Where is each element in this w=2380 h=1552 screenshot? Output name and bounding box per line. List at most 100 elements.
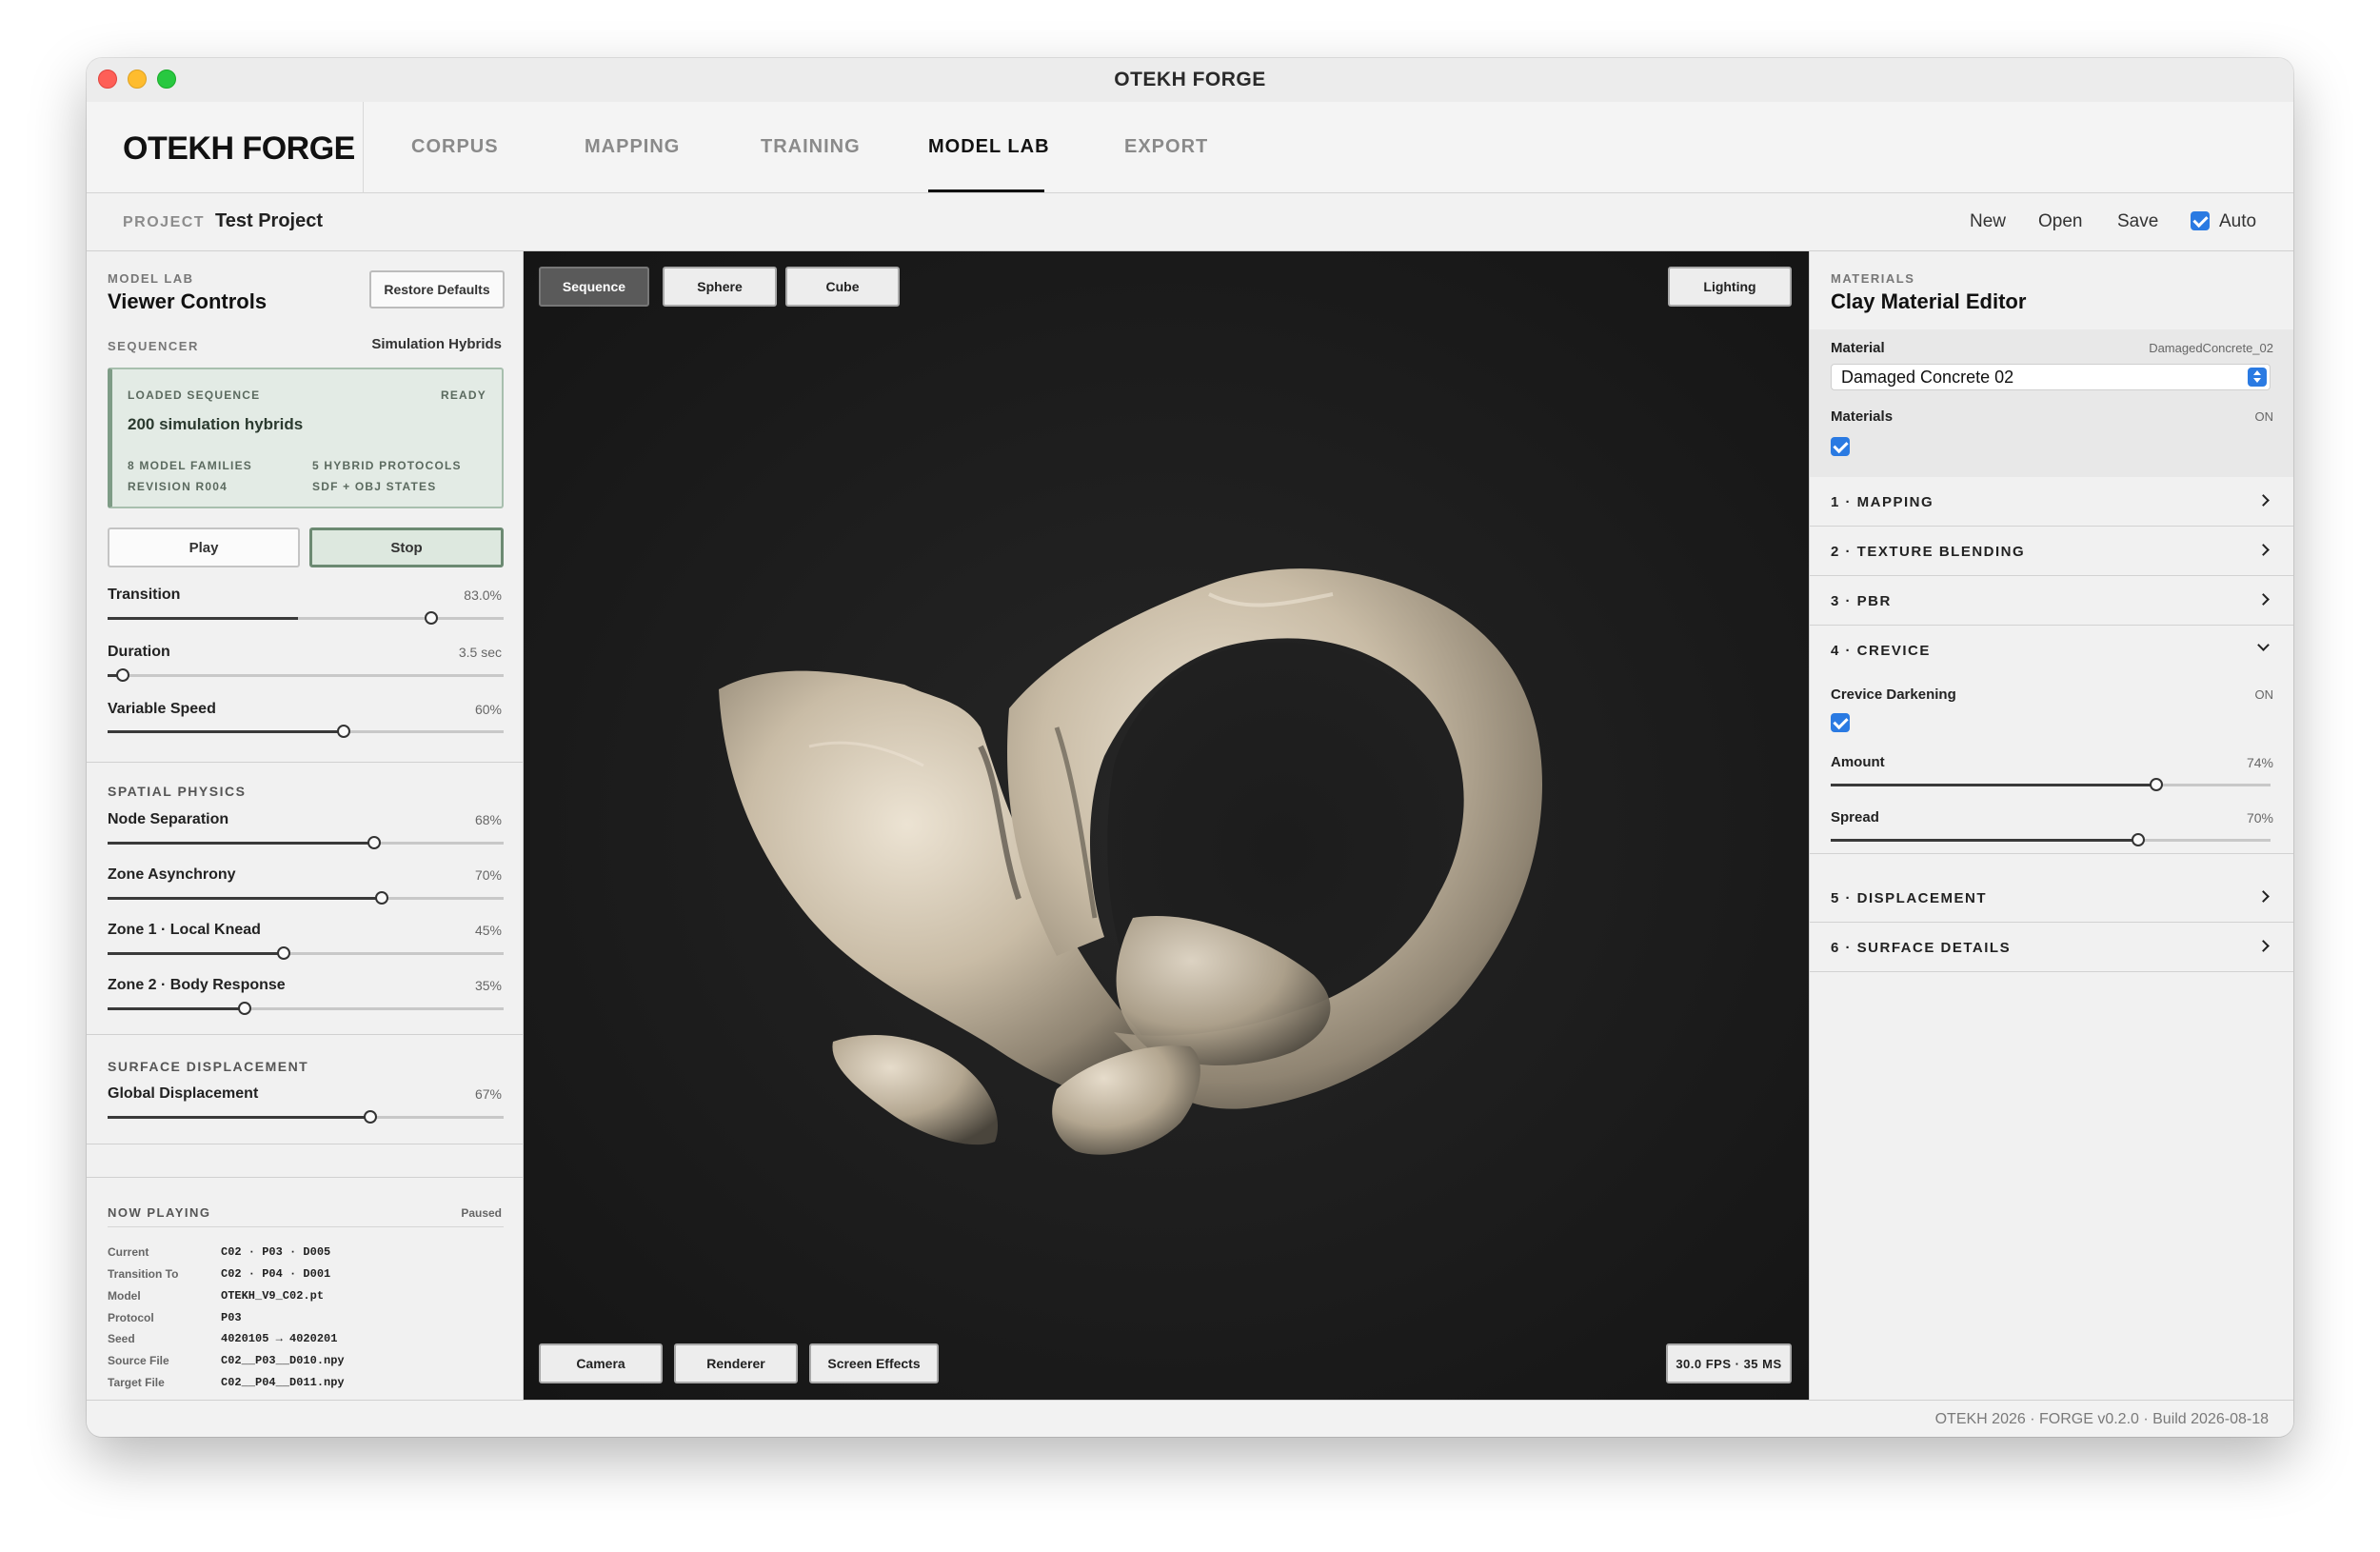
target-file-key: Target File — [108, 1376, 165, 1389]
section-texture-blending[interactable]: 2 · TEXTURE BLENDING — [1810, 527, 2293, 576]
open-button[interactable]: Open — [2038, 211, 2082, 232]
slider-thumb[interactable] — [2150, 778, 2163, 791]
slider-track[interactable] — [108, 674, 504, 677]
now-playing-heading: NOW PLAYING — [108, 1205, 211, 1220]
slider-value: 70% — [474, 867, 502, 883]
slider-label: Zone 1 · Local Knead — [108, 922, 261, 938]
slider-thumb[interactable] — [337, 725, 350, 738]
section-label: 6 · SURFACE DETAILS — [1831, 940, 2012, 956]
tab-model-lab[interactable]: MODEL LAB — [928, 136, 1050, 158]
sequence-name: 200 simulation hybrids — [128, 415, 304, 433]
section-label: 5 · DISPLACEMENT — [1831, 890, 1988, 906]
slider-fill — [108, 730, 346, 733]
sequence-button[interactable]: Sequence — [539, 267, 649, 307]
seed-key: Seed — [108, 1332, 135, 1345]
auto-label: Auto — [2219, 211, 2257, 231]
sphere-button[interactable]: Sphere — [663, 267, 777, 307]
screen-effects-button[interactable]: Screen Effects — [809, 1343, 939, 1383]
sequence-status: READY — [440, 388, 486, 402]
clay-model-render — [524, 251, 1809, 1400]
slider-thumb[interactable] — [425, 611, 438, 625]
slider-label: Amount — [1831, 754, 1885, 770]
3d-viewport[interactable]: Sequence Sphere Cube Lighting Camera Ren… — [524, 251, 1809, 1400]
project-bar: PROJECT Test Project New Open Save Auto — [87, 193, 2293, 251]
section-label: 1 · MAPPING — [1831, 494, 1934, 510]
section-divider — [87, 762, 524, 763]
chevron-down-icon — [2257, 639, 2270, 651]
stop-button[interactable]: Stop — [309, 527, 504, 567]
section-label: 4 · CREVICE — [1831, 643, 1931, 659]
status-footer: OTEKH 2026 · FORGE v0.2.0 · Build 2026-0… — [87, 1400, 2293, 1437]
slider-value: 83.0% — [464, 587, 502, 603]
tab-mapping[interactable]: MAPPING — [585, 136, 680, 158]
viewer-controls-panel: MODEL LAB Viewer Controls Restore Defaul… — [87, 251, 524, 1400]
states: SDF + OBJ STATES — [312, 480, 437, 493]
cube-button[interactable]: Cube — [785, 267, 900, 307]
slider-label: Transition — [108, 587, 181, 603]
slider-label: Node Separation — [108, 811, 229, 827]
slider-thumb[interactable] — [277, 946, 290, 960]
brand-divider — [363, 102, 364, 193]
section-pbr[interactable]: 3 · PBR — [1810, 576, 2293, 626]
materials-toggle-label: Materials — [1831, 408, 1894, 425]
section-crevice[interactable]: 4 · CREVICE Crevice Darkening ON Amount … — [1810, 626, 2293, 854]
tab-training[interactable]: TRAINING — [761, 136, 861, 158]
title-bar: OTEKH FORGE — [87, 58, 2293, 102]
select-arrows-icon — [2248, 368, 2267, 387]
revision: REVISION R004 — [128, 480, 228, 493]
source-file-key: Source File — [108, 1354, 169, 1367]
brand-logo: OTEKH FORGE — [123, 130, 355, 167]
slider-value: 35% — [474, 978, 502, 993]
lighting-button[interactable]: Lighting — [1668, 267, 1792, 307]
slider-fill — [1831, 784, 2156, 786]
play-button[interactable]: Play — [108, 527, 300, 567]
auto-checkbox[interactable] — [2191, 211, 2210, 230]
slider-fill — [108, 1116, 372, 1119]
slider-thumb[interactable] — [2132, 833, 2145, 846]
crevice-darkening-checkbox[interactable] — [1831, 713, 1850, 732]
sequencer-value: Simulation Hybrids — [371, 336, 502, 352]
new-button[interactable]: New — [1970, 211, 2006, 232]
project-name: Test Project — [215, 210, 323, 231]
slider-value: 3.5 sec — [458, 645, 502, 660]
protocol-value: P03 — [221, 1311, 242, 1324]
transition-to-value: C02 · P04 · D001 — [221, 1267, 331, 1281]
slider-label: Spread — [1831, 809, 1879, 826]
camera-button[interactable]: Camera — [539, 1343, 663, 1383]
slider-value: 74% — [2246, 755, 2273, 770]
slider-label: Global Displacement — [108, 1085, 259, 1102]
section-mapping[interactable]: 1 · MAPPING — [1810, 477, 2293, 527]
transition-to-key: Transition To — [108, 1267, 179, 1281]
material-id: DamagedConcrete_02 — [2149, 341, 2273, 355]
slider-thumb[interactable] — [364, 1110, 377, 1124]
slider-label: Zone Asynchrony — [108, 866, 236, 883]
slider-label: Variable Speed — [108, 701, 216, 717]
save-button[interactable]: Save — [2117, 211, 2158, 232]
section-displacement[interactable]: 5 · DISPLACEMENT — [1810, 873, 2293, 923]
tab-export[interactable]: EXPORT — [1124, 136, 1208, 158]
restore-defaults-button[interactable]: Restore Defaults — [369, 270, 505, 308]
section-label: 3 · PBR — [1831, 593, 1892, 609]
target-file-value: C02__P04__D011.npy — [221, 1376, 345, 1389]
renderer-button[interactable]: Renderer — [674, 1343, 798, 1383]
slider-fill — [108, 842, 376, 845]
loaded-sequence-label: LOADED SEQUENCE — [128, 388, 261, 402]
slider-fill — [108, 617, 298, 620]
panel-eyebrow: MODEL LAB — [108, 271, 194, 286]
material-select[interactable]: Damaged Concrete 02 — [1831, 364, 2271, 390]
slider-thumb[interactable] — [238, 1002, 251, 1015]
window-title: OTEKH FORGE — [1114, 69, 1266, 90]
slider-thumb[interactable] — [116, 668, 129, 682]
chevron-right-icon — [2257, 544, 2270, 556]
now-playing-rule — [108, 1226, 504, 1227]
slider-thumb[interactable] — [375, 891, 388, 905]
section-surface-details[interactable]: 6 · SURFACE DETAILS — [1810, 923, 2293, 972]
slider-value: 67% — [474, 1086, 502, 1102]
chevron-right-icon — [2257, 940, 2270, 952]
material-select-value: Damaged Concrete 02 — [1841, 368, 2014, 387]
slider-thumb[interactable] — [367, 836, 381, 849]
app-nav: OTEKH FORGE CORPUS MAPPING TRAINING MODE… — [87, 102, 2293, 193]
tab-corpus[interactable]: CORPUS — [411, 136, 499, 158]
slider-fill — [1831, 839, 2138, 842]
materials-checkbox[interactable] — [1831, 437, 1850, 456]
